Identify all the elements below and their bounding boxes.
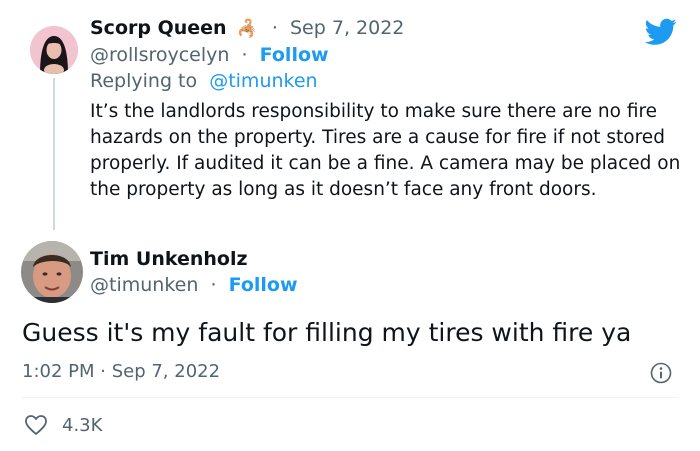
replying-to-label: Replying to	[90, 70, 204, 92]
reply-handle[interactable]: @rollsroycelyn	[90, 44, 229, 66]
reply-author-row: Scorp Queen 🦂 · Sep 7, 2022	[90, 17, 404, 39]
like-count: 4.3K	[62, 414, 103, 436]
like-button[interactable]: 4.3K	[24, 412, 102, 438]
thread-line	[53, 78, 55, 230]
follow-button[interactable]: Follow	[260, 44, 329, 66]
reply-date[interactable]: Sep 7, 2022	[290, 17, 404, 39]
info-icon[interactable]	[650, 362, 672, 384]
separator-dot: ·	[265, 17, 284, 39]
avatar[interactable]	[21, 241, 83, 303]
separator-dot: ·	[235, 44, 254, 66]
main-author-name[interactable]: Tim Unkenholz	[90, 248, 248, 270]
main-tweet-text: Guess it's my fault for filling my tires…	[22, 318, 632, 347]
main-handle-row: @timunken · Follow	[90, 274, 298, 296]
tweet-timestamp[interactable]: 1:02 PM · Sep 7, 2022	[22, 361, 220, 382]
separator-dot: ·	[204, 274, 223, 296]
twitter-bird-icon[interactable]	[645, 18, 677, 46]
replying-to-handle[interactable]: @timunken	[209, 70, 317, 92]
reply-handle-row: @rollsroycelyn · Follow	[90, 44, 329, 66]
main-handle[interactable]: @timunken	[90, 274, 198, 296]
reply-author-name[interactable]: Scorp Queen	[90, 17, 227, 39]
reply-tweet-text: It’s the landlords responsibility to mak…	[90, 101, 681, 200]
follow-button[interactable]: Follow	[229, 274, 298, 296]
replying-to-row: Replying to @timunken	[90, 70, 318, 92]
divider	[22, 397, 678, 398]
avatar[interactable]	[30, 26, 78, 74]
scorpion-emoji-icon: 🦂	[236, 19, 258, 39]
heart-icon	[25, 415, 47, 435]
main-author-row: Tim Unkenholz	[90, 248, 248, 270]
